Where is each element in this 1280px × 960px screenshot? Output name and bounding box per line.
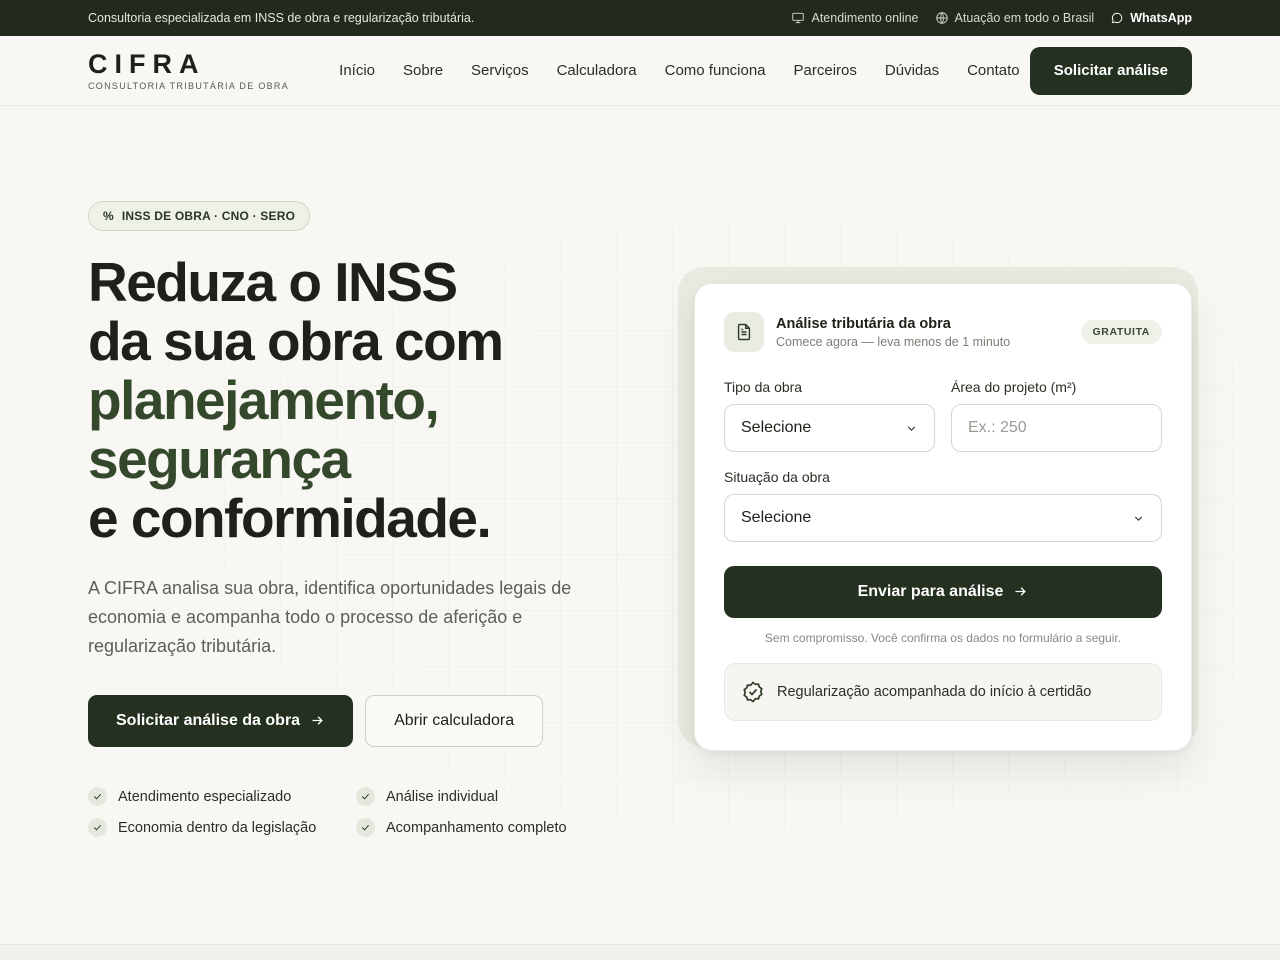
headline-accent-1: planejamento, [88,369,440,431]
check-icon [356,818,375,837]
area-label: Área do projeto (m²) [951,379,1077,395]
online-service-label: Atendimento online [811,11,919,25]
area-input[interactable]: Ex.: 250 [951,404,1162,452]
form-disclaimer: Sem compromisso. Você confirma os dados … [764,631,1122,645]
headline-line-5: e conformidade. [88,487,492,549]
nav-item-calculadora[interactable]: Calculadora [557,62,637,79]
nav-item-servicos[interactable]: Serviços [471,62,529,79]
arrow-right-icon [310,712,325,730]
top-bar-links: Atendimento online Atuação em todo o Bra… [791,11,1192,25]
main-nav: Início Sobre Serviços Calculadora Como f… [339,62,1019,79]
request-obra-analysis-button[interactable]: Solicitar análise da obra [88,695,354,747]
feature-item: Análise individual [356,787,596,806]
online-service-item: Atendimento online [791,11,919,25]
whatsapp-label: WhatsApp [1130,11,1192,25]
headline-line-2: da sua obra com [88,310,504,372]
section-divider [0,944,1280,960]
monitor-icon [792,12,805,24]
brand-logo[interactable]: CIFRA CONSULTORIA TRIBUTÁRIA DE OBRA [88,50,289,91]
headline-line-1: Reduza o INSS [88,251,458,313]
headline-accent-2: segurança [88,428,351,490]
feature-label: Atendimento especializado [118,788,292,805]
whatsapp-link[interactable]: WhatsApp [1110,11,1192,25]
document-icon [724,312,764,352]
card-title: Análise tributária da obra [776,315,951,332]
whatsapp-icon [1111,12,1123,24]
situacao-value: Selecione [741,509,812,526]
feature-label: Economia dentro da legislação [118,819,317,836]
check-icon [88,818,107,837]
feature-list: Atendimento especializado Análise indivi… [88,787,608,837]
nationwide-item: Atuação em todo o Brasil [935,11,1095,25]
tipo-obra-value: Selecione [741,419,812,436]
feature-label: Análise individual [386,788,499,805]
globe-icon [935,12,948,24]
nav-item-sobre[interactable]: Sobre [403,62,443,79]
hero-cta-row: Solicitar análise da obra Abrir calculad… [88,695,608,747]
card-header: Análise tributária da obra Comece agora … [724,312,1162,352]
brand-subtitle: CONSULTORIA TRIBUTÁRIA DE OBRA [88,81,290,91]
assurance-box: Regularização acompanhada do início à ce… [724,663,1162,721]
top-bar-tagline: Consultoria especializada em INSS de obr… [88,11,475,25]
card-titles: Análise tributária da obra Comece agora … [776,316,1081,349]
hero-badge: % INSS DE OBRA · CNO · SERO [88,201,311,231]
tipo-obra-field: Tipo da obra Selecione [724,379,935,452]
free-badge: GRATUITA [1080,320,1162,344]
nationwide-label: Atuação em todo o Brasil [954,11,1095,25]
nav-item-parceiros[interactable]: Parceiros [794,62,857,79]
arrow-right-icon [1013,583,1028,601]
feature-label: Acompanhamento completo [386,819,567,836]
situacao-label: Situação da obra [724,469,830,485]
feature-item: Atendimento especializado [88,787,356,806]
check-icon [88,787,107,806]
site-header: CIFRA CONSULTORIA TRIBUTÁRIA DE OBRA Iní… [0,36,1280,106]
request-analysis-button[interactable]: Solicitar análise [1029,46,1192,95]
nav-item-duvidas[interactable]: Dúvidas [885,62,939,79]
hero-badge-label: INSS DE OBRA · CNO · SERO [121,209,296,223]
submit-analysis-button[interactable]: Enviar para análise [724,566,1162,618]
hero-headline: Reduza o INSS da sua obra com planejamen… [88,253,608,548]
submit-label: Enviar para análise [857,583,1004,600]
hero-content: % INSS DE OBRA · CNO · SERO Reduza o INS… [88,201,608,837]
area-field: Área do projeto (m²) Ex.: 250 [951,379,1162,452]
card-subtitle: Comece agora — leva menos de 1 minuto [776,334,1011,349]
chevron-down-icon [907,425,916,431]
brand-name: CIFRA [88,49,206,79]
request-obra-analysis-label: Solicitar análise da obra [116,712,301,729]
open-calculator-button[interactable]: Abrir calculadora [365,695,544,747]
situacao-field: Situação da obra Selecione [724,469,1162,542]
assurance-label: Regularização acompanhada do início à ce… [777,684,1092,700]
nav-item-inicio[interactable]: Início [339,62,375,79]
analysis-form-card: Análise tributária da obra Comece agora … [694,283,1192,751]
hero-lead: A CIFRA analisa sua obra, identifica opo… [88,578,572,656]
check-icon [356,787,375,806]
form-row: Tipo da obra Selecione Área do projeto (… [724,379,1162,452]
nav-item-contato[interactable]: Contato [967,62,1020,79]
feature-item: Acompanhamento completo [356,818,596,837]
chevron-down-icon [1134,515,1143,521]
top-bar: Consultoria especializada em INSS de obr… [0,0,1280,36]
tipo-obra-label: Tipo da obra [724,379,803,395]
nav-item-como-funciona[interactable]: Como funciona [665,62,766,79]
percent-icon: % [103,209,114,223]
situacao-select[interactable]: Selecione [724,494,1162,542]
tipo-obra-select[interactable]: Selecione [724,404,935,452]
feature-item: Economia dentro da legislação [88,818,356,837]
verified-badge-icon [743,681,763,703]
